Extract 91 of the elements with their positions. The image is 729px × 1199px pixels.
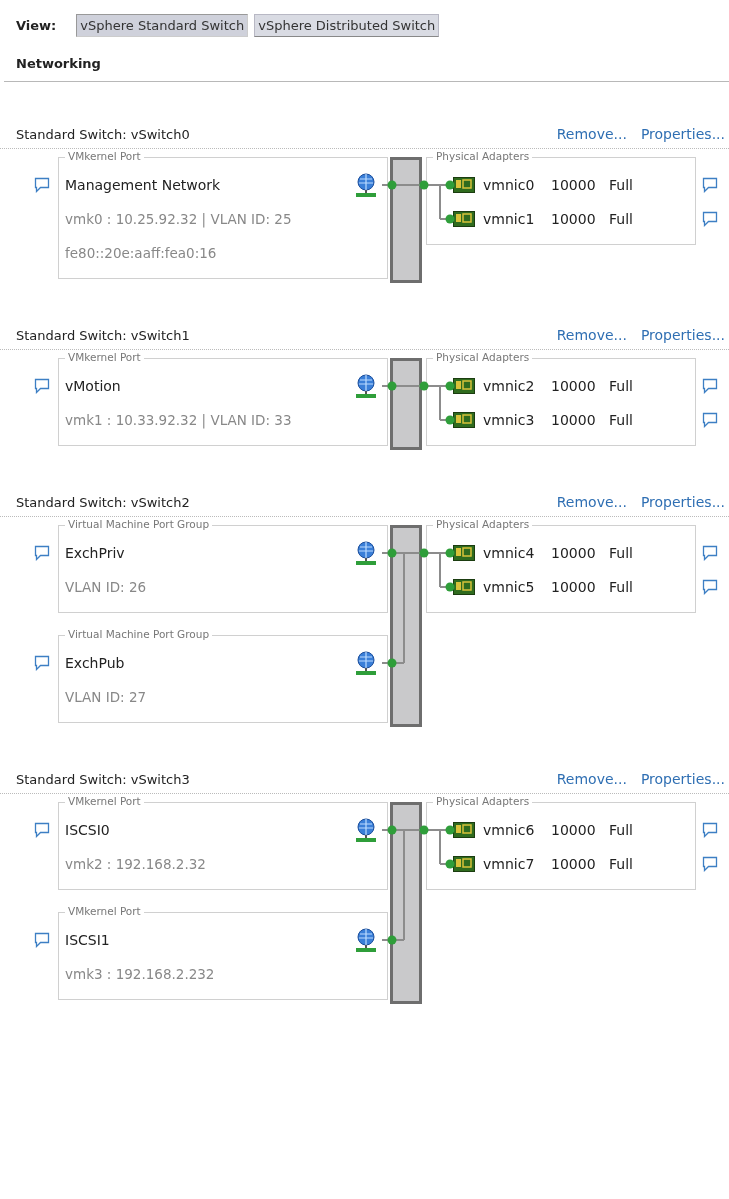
comment-icon[interactable] — [702, 822, 718, 838]
comment-icon[interactable] — [34, 177, 50, 193]
adapters-label: Physical Adapters — [433, 795, 533, 807]
comment-icon[interactable] — [702, 378, 718, 394]
network-globe-icon — [355, 818, 377, 842]
switch-title: Standard Switch: vSwitch0 — [16, 127, 190, 142]
adapter-duplex: Full — [609, 545, 633, 561]
adapter-name: vmnic2 — [483, 378, 536, 394]
adapter-duplex: Full — [609, 378, 633, 394]
port-name: ISCSI1 — [65, 932, 111, 948]
port-name: vMotion — [65, 378, 122, 394]
adapters-label: Physical Adapters — [433, 150, 533, 162]
adapter-speed: 10000 — [551, 378, 597, 394]
comment-icon[interactable] — [702, 545, 718, 561]
network-card-icon — [453, 579, 475, 595]
adapter-name: vmnic7 — [483, 856, 536, 872]
adapter-speed: 10000 — [551, 545, 597, 561]
port-group-label: Virtual Machine Port Group — [65, 628, 213, 640]
adapter-name: vmnic1 — [483, 211, 536, 227]
action-link[interactable]: Properties... — [640, 771, 725, 787]
port-detail: fe80::20e:aaff:fea0:16 — [65, 244, 218, 263]
network-card-icon — [453, 856, 475, 872]
adapter-speed: 10000 — [551, 211, 597, 227]
port-name: ISCSI0 — [65, 822, 111, 838]
comment-icon[interactable] — [702, 177, 718, 193]
comment-icon[interactable] — [702, 412, 718, 428]
network-card-icon — [453, 211, 475, 227]
port-group-label: VMkernel Port — [65, 905, 144, 917]
adapter-duplex: Full — [609, 412, 633, 428]
adapter-duplex: Full — [609, 177, 633, 193]
network-card-icon — [453, 412, 475, 428]
network-card-icon — [453, 545, 475, 561]
action-link[interactable]: Properties... — [640, 126, 725, 142]
adapter-speed: 10000 — [551, 856, 597, 872]
comment-icon[interactable] — [702, 856, 718, 872]
comment-icon[interactable] — [34, 932, 50, 948]
network-globe-icon — [355, 928, 377, 952]
action-link[interactable]: Properties... — [640, 327, 725, 343]
switch-title: Standard Switch: vSwitch1 — [16, 328, 190, 343]
adapters-label: Physical Adapters — [433, 518, 533, 530]
adapter-duplex: Full — [609, 579, 633, 595]
comment-icon[interactable] — [34, 655, 50, 671]
comment-icon[interactable] — [34, 822, 50, 838]
port-detail: vmk2 : 192.168.2.32 — [65, 855, 207, 874]
network-globe-icon — [355, 541, 377, 565]
port-group-label: VMkernel Port — [65, 351, 144, 363]
comment-icon[interactable] — [702, 211, 718, 227]
adapter-name: vmnic4 — [483, 545, 536, 561]
view-toggle-button[interactable]: vSphere Distributed Switch — [254, 13, 440, 37]
action-link[interactable]: Remove... — [556, 126, 627, 142]
comment-icon[interactable] — [34, 378, 50, 394]
port-name: ExchPriv — [65, 545, 126, 561]
adapter-name: vmnic0 — [483, 177, 536, 193]
port-detail: vmk3 : 192.168.2.232 — [65, 965, 216, 984]
action-link[interactable]: Properties... — [640, 494, 725, 510]
adapter-speed: 10000 — [551, 412, 597, 428]
adapters-label: Physical Adapters — [433, 351, 533, 363]
port-group-label: Virtual Machine Port Group — [65, 518, 213, 530]
view-toggle-button[interactable]: vSphere Standard Switch — [76, 13, 249, 37]
network-card-icon — [453, 822, 475, 838]
port-group-label: VMkernel Port — [65, 795, 144, 807]
adapter-duplex: Full — [609, 822, 633, 838]
action-link[interactable]: Remove... — [556, 494, 627, 510]
network-globe-icon — [355, 651, 377, 675]
adapter-speed: 10000 — [551, 579, 597, 595]
comment-icon[interactable] — [34, 545, 50, 561]
section-heading: Networking — [15, 55, 102, 71]
view-label: View: — [16, 17, 57, 33]
adapter-name: vmnic3 — [483, 412, 536, 428]
network-card-icon — [453, 177, 475, 193]
switch-title: Standard Switch: vSwitch2 — [16, 495, 190, 510]
switch-title: Standard Switch: vSwitch3 — [16, 772, 190, 787]
adapter-name: vmnic5 — [483, 579, 536, 595]
adapter-duplex: Full — [609, 856, 633, 872]
port-detail: VLAN ID: 27 — [65, 688, 148, 707]
network-card-icon — [453, 378, 475, 394]
adapter-speed: 10000 — [551, 177, 597, 193]
port-name: ExchPub — [65, 655, 126, 671]
network-globe-icon — [355, 173, 377, 197]
action-link[interactable]: Remove... — [556, 771, 627, 787]
port-name: Management Network — [65, 177, 222, 193]
port-detail: vmk1 : 10.33.92.32 | VLAN ID: 33 — [65, 411, 293, 431]
adapter-speed: 10000 — [551, 822, 597, 838]
port-group-label: VMkernel Port — [65, 150, 144, 162]
adapter-duplex: Full — [609, 211, 633, 227]
port-detail: vmk0 : 10.25.92.32 | VLAN ID: 25 — [65, 210, 293, 230]
network-globe-icon — [355, 374, 377, 398]
port-detail: VLAN ID: 26 — [65, 578, 148, 597]
adapter-name: vmnic6 — [483, 822, 536, 838]
comment-icon[interactable] — [702, 579, 718, 595]
action-link[interactable]: Remove... — [556, 327, 627, 343]
